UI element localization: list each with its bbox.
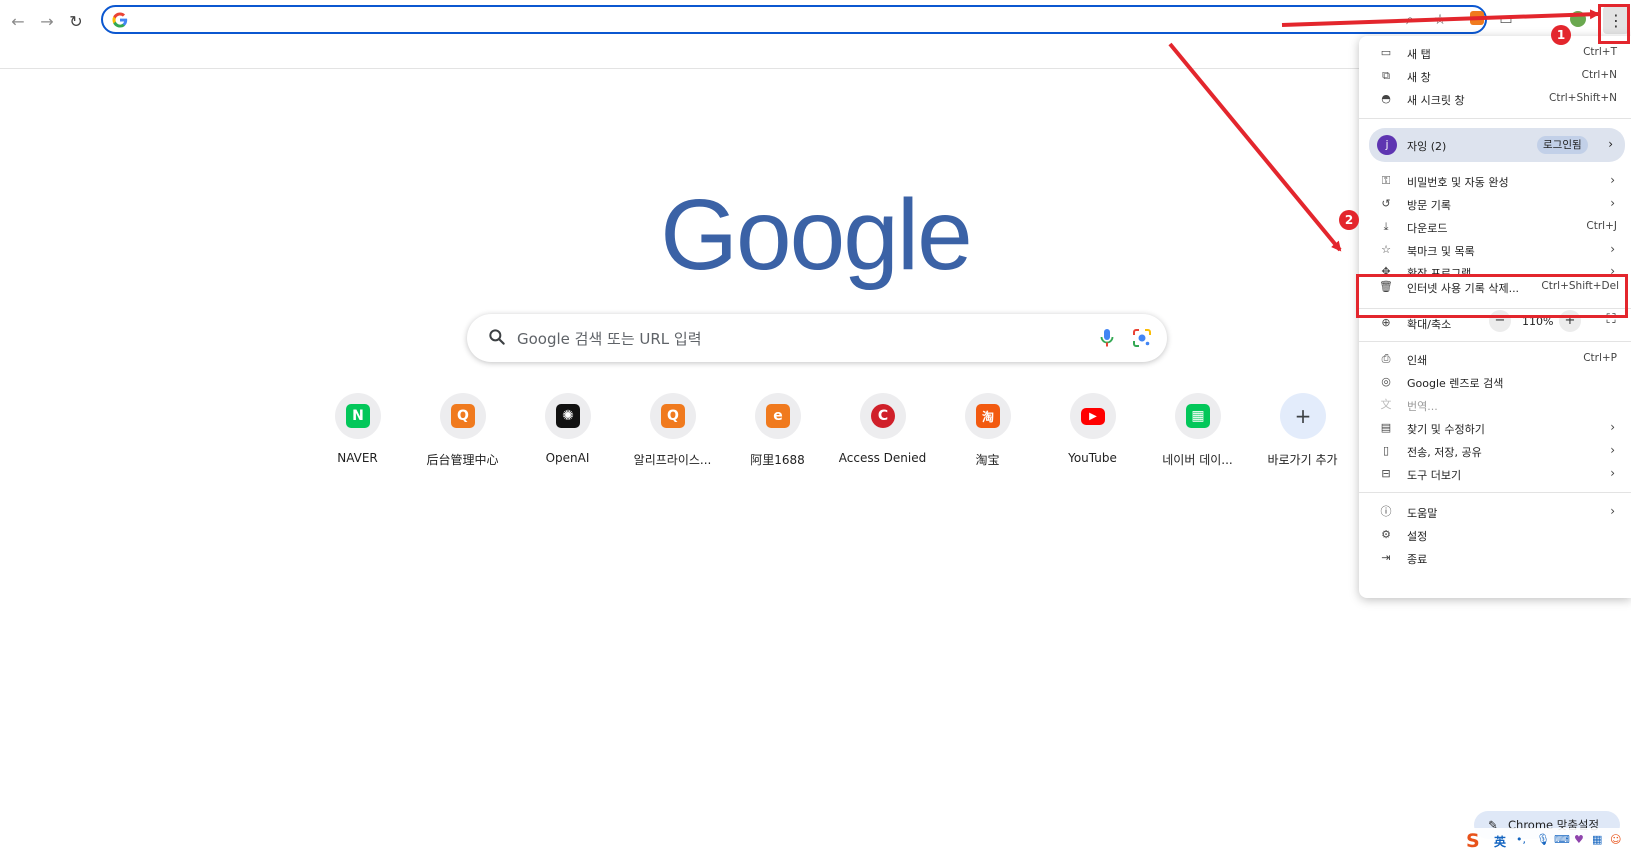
keyboard-icon[interactable]: ⌨	[1554, 833, 1570, 846]
apps-grid-icon[interactable]: ▦	[1592, 833, 1602, 846]
punctuation-icon[interactable]: •,	[1516, 833, 1526, 846]
skin-icon[interactable]: ♥	[1574, 833, 1584, 846]
annotation-arrow-2	[1168, 42, 1342, 252]
sogou-logo-icon[interactable]: S	[1466, 830, 1490, 852]
annotation-arrow-1	[1281, 9, 1600, 27]
annotation-highlight-clear-data	[1356, 274, 1628, 318]
annotation-highlight-menu-button	[1598, 4, 1630, 44]
emoji-icon[interactable]: ☺	[1610, 833, 1621, 846]
annotation-step-1: 1	[1551, 25, 1571, 45]
annotation-arrows	[1168, 9, 1600, 252]
annotation-step-2: 2	[1339, 210, 1359, 230]
microphone-icon[interactable]: 🎙	[1536, 833, 1550, 846]
ime-toolbar: S 英 •, 🎙 ⌨ ♥ ▦ ☺	[1464, 828, 1631, 854]
ime-language-toggle[interactable]: 英	[1494, 833, 1506, 850]
